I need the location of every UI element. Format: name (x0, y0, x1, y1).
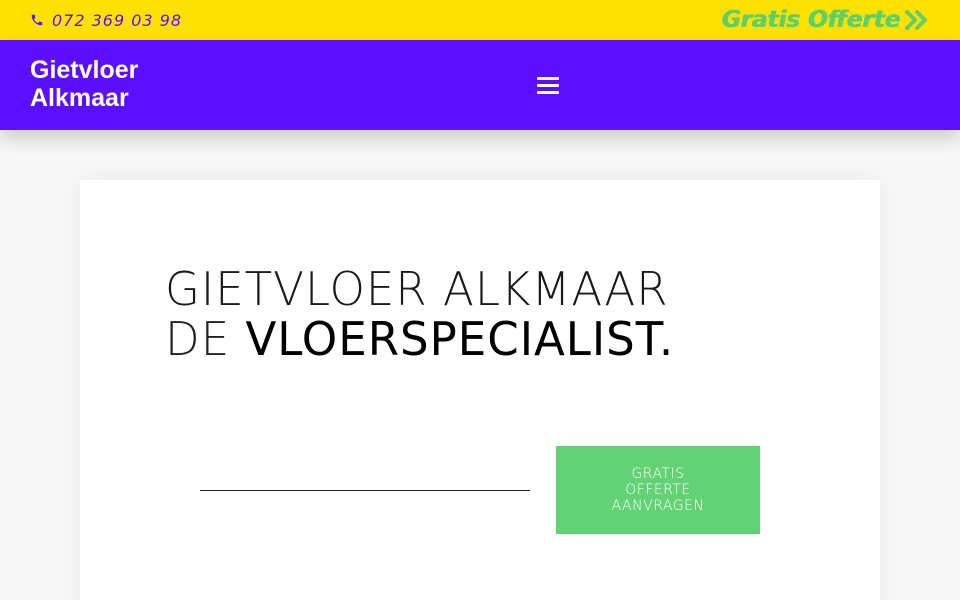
cta-label: GRATIS OFFERTE AANVRAGEN (611, 466, 705, 514)
hero-card (80, 180, 880, 600)
hero-title-line-1: GIETVLOER ALKMAAR (165, 262, 669, 316)
site-logo-link[interactable]: Gietvloer Alkmaar (30, 56, 190, 112)
gratis-offerte-label: Gratis Offerte (721, 7, 900, 33)
phone-icon (31, 14, 43, 26)
brand-line-1: Gietvloer (30, 56, 139, 84)
gratis-offerte-aanvragen-button[interactable]: GRATIS OFFERTE AANVRAGEN (556, 446, 760, 534)
phone-number: 072 369 03 98 (52, 10, 183, 30)
brand-line-2: Alkmaar (30, 84, 129, 112)
hamburger-menu-icon (537, 76, 559, 80)
double-chevron-right-icon (905, 10, 927, 30)
gratis-offerte-link[interactable]: Gratis Offerte (721, 3, 930, 37)
site-header: Gietvloer Alkmaar (0, 40, 960, 130)
top-bar: 072 369 03 98 Gratis Offerte (0, 0, 960, 40)
hero-title-de: DE (165, 312, 231, 366)
divider-line (200, 490, 530, 491)
hero-title: GIETVLOER ALKMAAR DE VLOERSPECIALIST. (165, 264, 792, 364)
hamburger-menu-button[interactable] (535, 73, 561, 97)
phone-link[interactable]: 072 369 03 98 (30, 9, 182, 31)
hero-title-line-2: DE VLOERSPECIALIST. (165, 314, 792, 364)
hamburger-bar (537, 83, 559, 87)
hamburger-bar (537, 90, 559, 94)
hero-title-vloerspecialist: VLOERSPECIALIST. (245, 312, 675, 366)
